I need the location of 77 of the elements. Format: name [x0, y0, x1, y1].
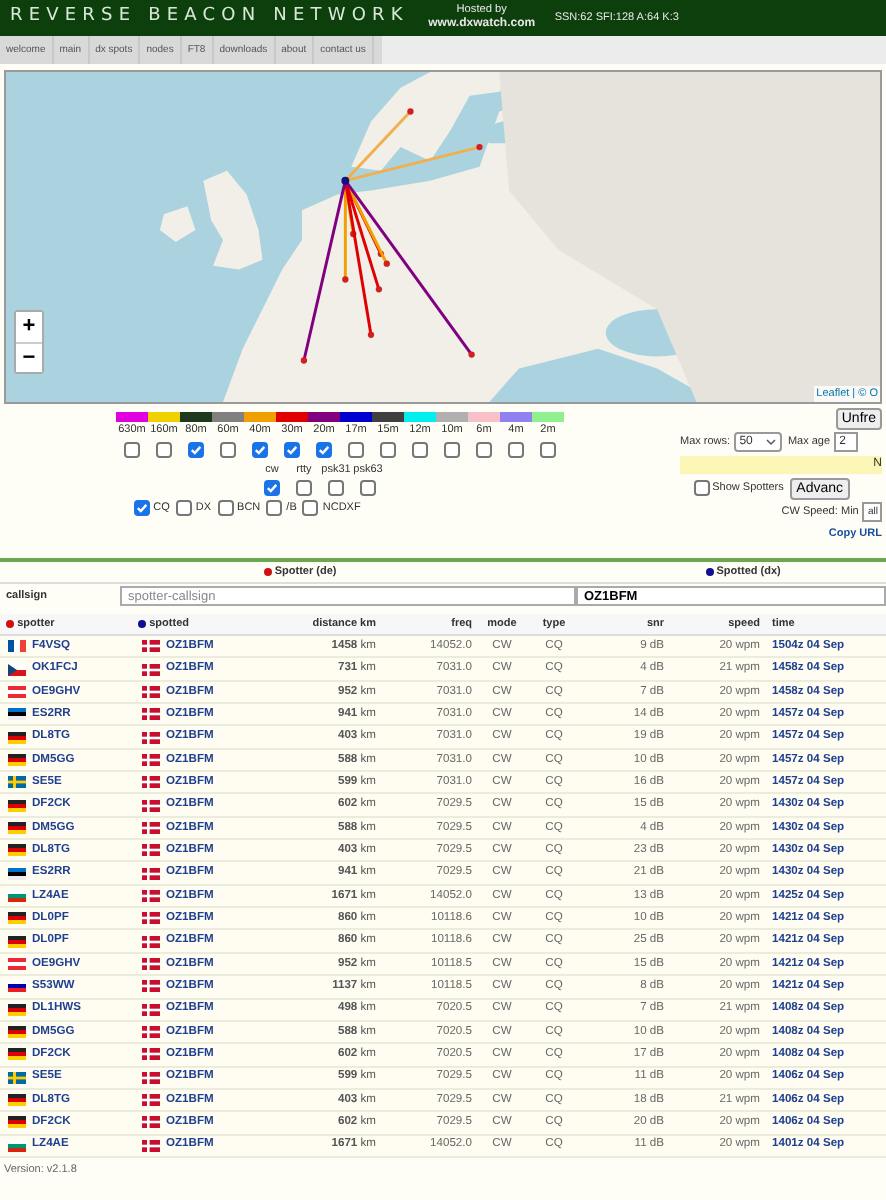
flag-icon — [142, 640, 160, 653]
flag-icon — [142, 957, 160, 970]
flag-icon — [142, 708, 160, 721]
flag-icon — [8, 1026, 26, 1039]
flag-icon — [142, 731, 160, 744]
flag-icon — [8, 663, 26, 676]
flag-icon — [142, 799, 160, 812]
flag-icon — [8, 980, 26, 993]
checkbox[interactable] — [476, 441, 492, 458]
flag-icon — [8, 957, 26, 970]
checkbox[interactable] — [217, 500, 234, 517]
checkbox[interactable] — [266, 500, 283, 517]
flag-icon — [142, 1116, 160, 1129]
flag-icon — [142, 844, 160, 857]
flag-icon — [142, 1071, 160, 1084]
flag-icon — [8, 753, 26, 766]
checkbox[interactable] — [133, 500, 150, 517]
flag-icon — [8, 685, 26, 698]
flag-icon — [142, 935, 160, 948]
flag-icon — [8, 776, 26, 789]
checkbox[interactable] — [302, 500, 319, 517]
flag-icon — [142, 1026, 160, 1039]
zoom-out-button[interactable]: − — [16, 342, 42, 372]
checkbox[interactable] — [264, 480, 280, 497]
checkbox[interactable] — [444, 441, 460, 458]
checkbox[interactable] — [124, 441, 140, 458]
flag-icon — [142, 685, 160, 698]
dot-icon — [138, 620, 146, 628]
flag-icon — [8, 844, 26, 857]
checkbox[interactable] — [252, 441, 268, 458]
flag-icon — [8, 935, 26, 948]
flag-icon — [142, 1094, 160, 1107]
flag-icon — [142, 889, 160, 902]
checkbox[interactable] — [316, 441, 332, 458]
checkbox[interactable] — [540, 441, 556, 458]
caret-icon — [765, 438, 776, 447]
checkbox[interactable] — [348, 441, 364, 458]
checkbox[interactable] — [156, 441, 172, 458]
flag-icon — [8, 708, 26, 721]
flag-icon — [142, 1003, 160, 1016]
flag-icon — [8, 1071, 26, 1084]
flag-icon — [142, 1139, 160, 1152]
flag-icon — [142, 1048, 160, 1061]
flag-icon — [8, 731, 26, 744]
flag-icon — [8, 912, 26, 925]
checkbox[interactable] — [380, 441, 396, 458]
dot-icon — [263, 568, 272, 576]
checkbox[interactable] — [175, 500, 192, 517]
checkbox[interactable] — [284, 441, 300, 458]
dot-icon — [6, 620, 14, 628]
flag-icon — [8, 640, 26, 653]
flag-icon — [8, 799, 26, 812]
flag-icon — [142, 867, 160, 880]
checkbox[interactable] — [296, 480, 312, 497]
site-title: REVERSE BEACON NETWORK — [8, 4, 409, 31]
flag-icon — [8, 867, 26, 880]
checkbox[interactable] — [360, 480, 376, 497]
flag-icon — [8, 1139, 26, 1152]
dot-icon — [705, 568, 714, 576]
flag-icon — [142, 753, 160, 766]
flag-icon — [8, 1048, 26, 1061]
checkbox[interactable] — [188, 441, 204, 458]
flag-icon — [8, 1116, 26, 1129]
checkbox[interactable] — [220, 441, 236, 458]
flag-icon — [142, 912, 160, 925]
checkbox[interactable] — [412, 441, 428, 458]
flag-icon — [8, 1094, 26, 1107]
flag-icon — [142, 776, 160, 789]
flag-icon — [8, 1003, 26, 1016]
flag-icon — [142, 980, 160, 993]
flag-icon — [8, 821, 26, 834]
flag-icon — [142, 821, 160, 834]
checkbox[interactable] — [328, 480, 344, 497]
checkbox[interactable] — [693, 480, 709, 496]
checkbox[interactable] — [508, 441, 524, 458]
flag-icon — [142, 663, 160, 676]
flag-icon — [8, 889, 26, 902]
